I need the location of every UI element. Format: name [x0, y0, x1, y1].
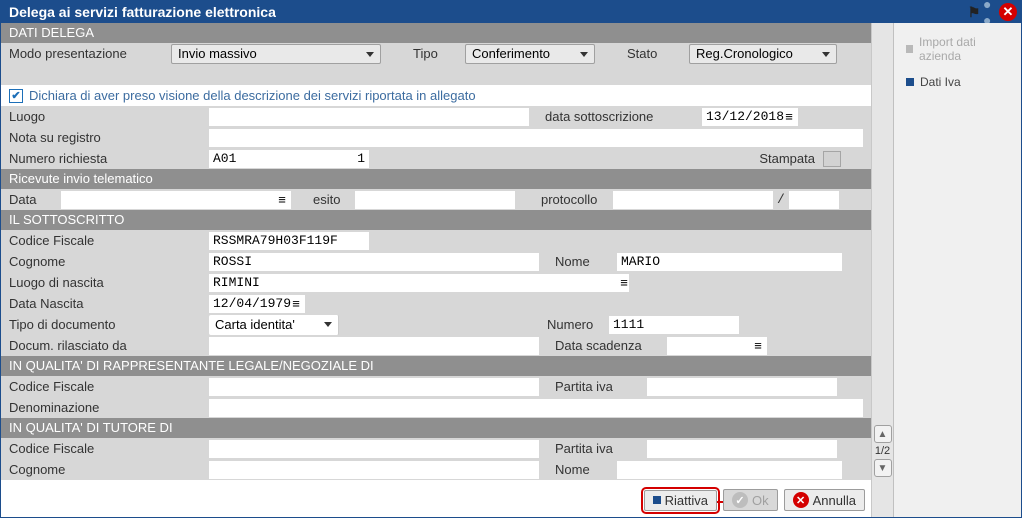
- tut-nome-input[interactable]: [617, 461, 842, 479]
- dots-icon: ● ●: [983, 5, 997, 19]
- esito-label: esito: [305, 190, 355, 209]
- tut-cognome-label: Cognome: [1, 460, 209, 479]
- square-icon: [906, 45, 913, 53]
- protocollo2-input[interactable]: [789, 191, 839, 209]
- page-indicator: 1/2: [875, 445, 890, 457]
- sotto-data-nascita-label: Data Nascita: [1, 294, 209, 313]
- section-sottoscritto: IL SOTTOSCRITTO: [1, 210, 871, 230]
- sotto-nome-input[interactable]: [617, 253, 842, 271]
- annulla-label: Annulla: [813, 493, 856, 508]
- luogo-nascita-lookup-icon[interactable]: ≡: [619, 274, 629, 292]
- pin-icon[interactable]: ⚑: [967, 5, 981, 19]
- stampata-box[interactable]: [823, 151, 841, 167]
- ok-button[interactable]: ✓ Ok: [723, 489, 778, 511]
- rilasciato-label: Docum. rilasciato da: [1, 336, 209, 355]
- tipo-value: Conferimento: [472, 46, 550, 61]
- sotto-luogo-nascita-label: Luogo di nascita: [1, 273, 209, 292]
- window-title: Delega ai servizi fatturazione elettroni…: [9, 4, 276, 20]
- nota-registro-label: Nota su registro: [1, 128, 209, 147]
- protocollo-sep: /: [773, 192, 789, 207]
- tipo-select[interactable]: Conferimento: [465, 44, 595, 64]
- annulla-button[interactable]: ✕ Annulla: [784, 489, 865, 511]
- ricevute-data-calendar-icon[interactable]: ≡: [277, 192, 287, 207]
- tut-nome-label: Nome: [547, 460, 617, 479]
- scadenza-calendar-icon[interactable]: ≡: [753, 338, 763, 353]
- rappr-piva-label: Partita iva: [547, 377, 647, 396]
- esito-input[interactable]: [355, 191, 515, 209]
- close-icon[interactable]: ✕: [999, 3, 1017, 21]
- tut-cognome-input[interactable]: [209, 461, 539, 479]
- modo-presentazione-select[interactable]: Invio massivo: [171, 44, 381, 64]
- riattiva-label: Riattiva: [665, 493, 708, 508]
- sidebar-dati-iva[interactable]: Dati Iva: [898, 69, 1017, 95]
- rappr-cf-label: Codice Fiscale: [1, 377, 209, 396]
- sotto-cf-input[interactable]: [209, 232, 369, 250]
- luogo-input[interactable]: [209, 108, 529, 126]
- scadenza-label: Data scadenza: [547, 336, 667, 355]
- sotto-cognome-input[interactable]: [209, 253, 539, 271]
- dichiara-checkbox[interactable]: [9, 89, 23, 103]
- tut-cf-label: Codice Fiscale: [1, 439, 209, 458]
- section-rappresentante: IN QUALITA' DI RAPPRESENTANTE LEGALE/NEG…: [1, 356, 871, 376]
- sidebar-import-label: Import dati azienda: [919, 35, 1009, 63]
- numero-doc-label: Numero: [539, 315, 609, 334]
- sotto-cf-label: Codice Fiscale: [1, 231, 209, 250]
- ricevute-data-label: Data: [1, 190, 61, 209]
- section-ricevute: Ricevute invio telematico: [1, 169, 871, 189]
- modo-presentazione-label: Modo presentazione: [1, 44, 171, 63]
- data-sottoscrizione-value[interactable]: 13/12/2018: [706, 109, 784, 124]
- tipo-documento-value: Carta identita': [215, 317, 295, 332]
- data-nascita-calendar-icon[interactable]: ≡: [291, 296, 301, 311]
- tipo-label: Tipo: [405, 44, 465, 63]
- protocollo-input[interactable]: [613, 191, 773, 209]
- section-dati-delega: DATI DELEGA: [1, 23, 871, 43]
- calendar-icon[interactable]: ≡: [784, 109, 794, 124]
- data-sottoscrizione-label: data sottoscrizione: [537, 107, 702, 126]
- numero-richiesta-label: Numero richiesta: [1, 149, 209, 168]
- sotto-nome-label: Nome: [547, 252, 617, 271]
- nota-registro-input[interactable]: [209, 129, 863, 147]
- numero-richiesta-input[interactable]: [209, 150, 319, 168]
- ok-label: Ok: [752, 493, 769, 508]
- rappr-denom-input[interactable]: [209, 399, 863, 417]
- sidebar-import-dati[interactable]: Import dati azienda: [898, 29, 1017, 69]
- tipo-documento-label: Tipo di documento: [1, 315, 209, 334]
- stato-value: Reg.Cronologico: [696, 46, 793, 61]
- stato-label: Stato: [619, 44, 689, 63]
- rappr-piva-input[interactable]: [647, 378, 837, 396]
- tipo-documento-select[interactable]: Carta identita': [209, 315, 339, 335]
- luogo-label: Luogo: [1, 107, 209, 126]
- scroll-down-button[interactable]: ▼: [874, 459, 892, 477]
- stampata-label: Stampata: [751, 149, 823, 168]
- stato-select[interactable]: Reg.Cronologico: [689, 44, 837, 64]
- cancel-icon: ✕: [793, 492, 809, 508]
- tut-piva-input[interactable]: [647, 440, 837, 458]
- dichiara-text: Dichiara di aver preso visione della des…: [29, 86, 484, 105]
- sotto-data-nascita-value[interactable]: 12/04/1979: [213, 296, 291, 311]
- rappr-denom-label: Denominazione: [1, 398, 209, 417]
- square-icon: [906, 78, 914, 86]
- square-icon: [653, 496, 661, 504]
- numero-doc-input[interactable]: [609, 316, 739, 334]
- protocollo-label: protocollo: [533, 190, 613, 209]
- rilasciato-input[interactable]: [209, 337, 539, 355]
- section-tutore: IN QUALITA' DI TUTORE DI: [1, 418, 871, 438]
- tut-piva-label: Partita iva: [547, 439, 647, 458]
- scroll-up-button[interactable]: ▲: [874, 425, 892, 443]
- sotto-luogo-nascita-input[interactable]: [209, 274, 619, 292]
- rappr-cf-input[interactable]: [209, 378, 539, 396]
- tut-cf-input[interactable]: [209, 440, 539, 458]
- modo-presentazione-value: Invio massivo: [178, 46, 257, 61]
- sidebar-dati-iva-label: Dati Iva: [920, 75, 961, 89]
- check-icon: ✓: [732, 492, 748, 508]
- sotto-cognome-label: Cognome: [1, 252, 209, 271]
- riattiva-button[interactable]: Riattiva: [644, 490, 717, 511]
- numero-richiesta-seq-input[interactable]: [319, 150, 369, 168]
